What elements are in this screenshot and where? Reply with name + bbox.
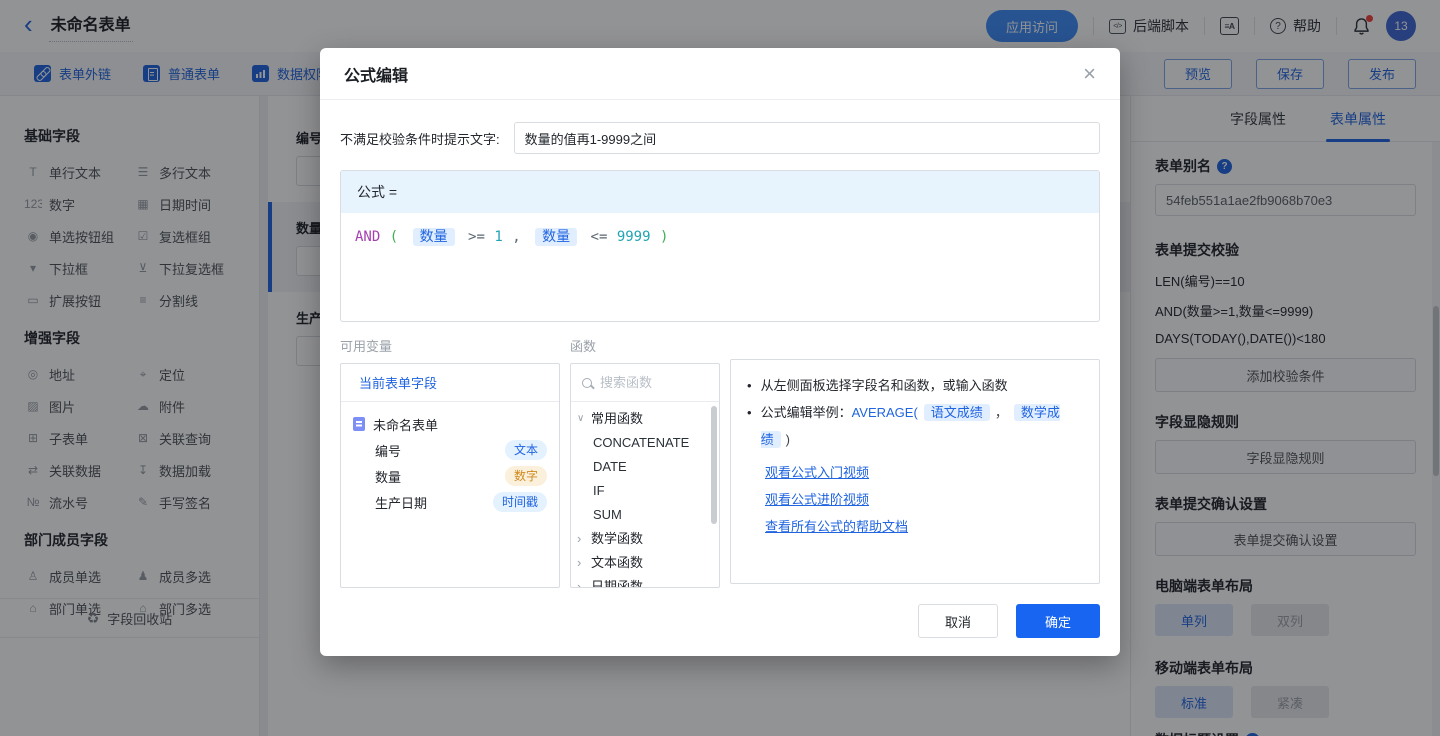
help-label-spacer <box>730 336 1100 351</box>
help-links: 观看公式入门视频 观看公式进阶视频 查看所有公式的帮助文档 <box>747 459 1083 540</box>
bullet: • <box>747 372 752 399</box>
help-example: • 公式编辑举例：AVERAGE(语文成绩，数学成绩) <box>747 399 1083 453</box>
variable-field-item[interactable]: 生产日期 时间戳 <box>341 489 559 515</box>
field-type-badge: 文本 <box>505 440 547 460</box>
variables-field-list: 编号 文本 数量 数字 <box>341 437 559 515</box>
field-type-badge: 数字 <box>505 466 547 486</box>
help-column: • 从左侧面板选择字段名和函数，或输入函数 • 公式编辑举例：AVERAGE(语… <box>730 336 1100 588</box>
cancel-button[interactable]: 取消 <box>918 604 998 638</box>
function-list-item[interactable]: 数学函数 <box>575 527 715 551</box>
variable-field-name: 数量 <box>375 467 401 486</box>
variables-tree: 未命名表单 编号 文本 <box>341 402 559 524</box>
function-search <box>571 364 719 402</box>
formula-help-panel: • 从左侧面板选择字段名和函数，或输入函数 • 公式编辑举例：AVERAGE(语… <box>730 359 1100 584</box>
formula-token: 数量 <box>535 228 577 246</box>
variables-label: 可用变量 <box>340 336 560 355</box>
formula-token: ) <box>660 229 668 245</box>
modal-header: 公式编辑 × <box>320 48 1120 100</box>
field-type-badge: 时间戳 <box>493 492 547 512</box>
example-token: 语文成绩 <box>924 404 990 421</box>
bullet: • <box>747 399 752 453</box>
help-tip: • 从左侧面板选择字段名和函数，或输入函数 <box>747 372 1083 399</box>
close-icon[interactable]: × <box>1083 63 1096 85</box>
function-list-item[interactable]: SUM <box>575 503 715 527</box>
variables-form-node[interactable]: 未命名表单 <box>341 411 559 437</box>
function-list-item[interactable]: CONCATENATE <box>575 431 715 455</box>
prompt-label: 不满足校验条件时提示文字: <box>340 129 500 148</box>
help-link[interactable]: 观看公式入门视频 <box>765 459 869 486</box>
modal-body: 不满足校验条件时提示文字: 公式 = AND ( 数量 >= 1 <box>320 100 1120 588</box>
function-list-item[interactable]: 常用函数 <box>575 407 715 431</box>
example-token: AVERAGE( <box>852 405 918 420</box>
function-search-input[interactable] <box>600 375 690 390</box>
function-list-item[interactable]: 文本函数 <box>575 551 715 575</box>
variables-column: 可用变量 当前表单字段 未命名表单 <box>340 336 560 588</box>
tab-current-form-fields[interactable]: 当前表单字段 <box>341 364 559 402</box>
modal-footer: 取消 确定 <box>320 586 1120 656</box>
variable-field-item[interactable]: 数量 数字 <box>341 463 559 489</box>
function-list-item[interactable]: IF <box>575 479 715 503</box>
variable-field-name: 编号 <box>375 441 401 460</box>
formula-token: 1 <box>494 229 502 245</box>
modal-title: 公式编辑 <box>344 62 408 86</box>
variable-field-name: 生产日期 <box>375 493 427 512</box>
formula-token: AND <box>355 229 380 245</box>
formula-editor[interactable]: 公式 = AND ( 数量 >= 1 , <box>340 170 1100 322</box>
scrollbar-thumb[interactable] <box>711 406 717 524</box>
variables-panel: 当前表单字段 未命名表单 编号 文本 <box>340 363 560 588</box>
help-link[interactable]: 查看所有公式的帮助文档 <box>765 513 908 540</box>
formula-helper-panels: 可用变量 当前表单字段 未命名表单 <box>340 336 1100 588</box>
functions-panel: 常用函数 CONCATENATE DATE IF SUM 数学函数 <box>570 363 720 588</box>
formula-token: <= <box>591 229 608 245</box>
app-window: ‹ 未命名表单 应用访问 </> 后端脚本 ≡A ? 帮助 13 <box>0 0 1440 736</box>
prompt-row: 不满足校验条件时提示文字: <box>340 122 1100 154</box>
formula-token: >= <box>468 229 485 245</box>
function-list: 常用函数 CONCATENATE DATE IF SUM 数学函数 <box>571 402 719 588</box>
variable-field-item[interactable]: 编号 文本 <box>341 437 559 463</box>
functions-column: 函数 常用函数 CONCATENATE <box>570 336 720 588</box>
form-doc-icon <box>353 417 365 431</box>
formula-editor-modal: 公式编辑 × 不满足校验条件时提示文字: 公式 = AND ( 数量 <box>320 48 1120 656</box>
help-link[interactable]: 观看公式进阶视频 <box>765 486 869 513</box>
confirm-button[interactable]: 确定 <box>1016 604 1100 638</box>
search-icon <box>582 378 592 388</box>
function-list-item[interactable]: DATE <box>575 455 715 479</box>
example-token: ， <box>995 405 1008 420</box>
formula-token: 9999 <box>617 229 651 245</box>
formula-token: , <box>512 229 520 245</box>
formula-token: 数量 <box>413 228 455 246</box>
prompt-message-input[interactable] <box>514 122 1100 154</box>
formula-expression[interactable]: AND ( 数量 >= 1 , 数量 <= <box>341 213 1099 259</box>
example-token: ) <box>786 432 790 447</box>
functions-label: 函数 <box>570 336 720 355</box>
formula-token: ( <box>390 229 398 245</box>
formula-header: 公式 = <box>341 171 1099 213</box>
